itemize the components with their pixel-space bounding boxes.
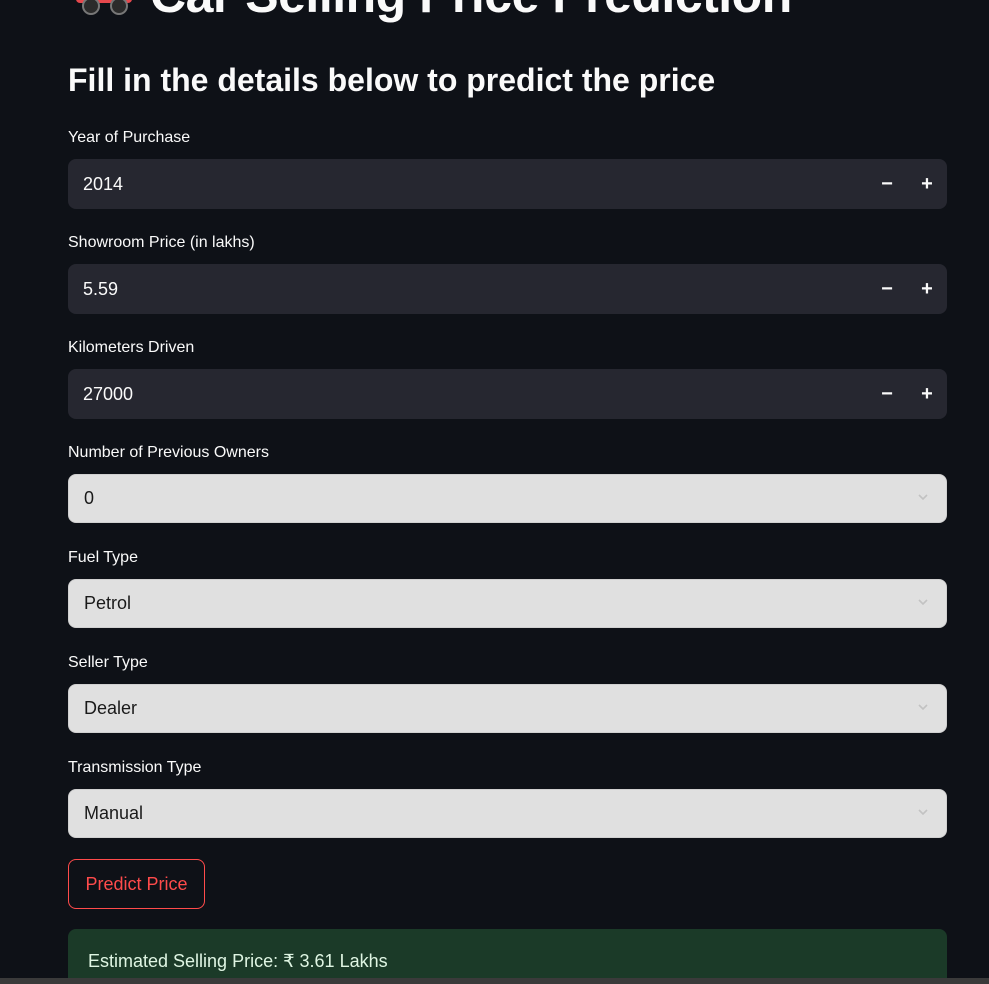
- kms-driven-value[interactable]: 27000: [83, 369, 133, 419]
- transmission-label: Transmission Type: [68, 759, 202, 776]
- car-icon: [76, 0, 132, 15]
- horizontal-scrollbar[interactable]: [0, 978, 989, 984]
- year-decrement-button[interactable]: −: [867, 159, 907, 209]
- showroom-price-increment-button[interactable]: +: [907, 264, 947, 314]
- transmission-select[interactable]: Manual: [68, 789, 947, 838]
- showroom-price-label: Showroom Price (in lakhs): [68, 234, 255, 251]
- showroom-price-decrement-button[interactable]: −: [867, 264, 907, 314]
- owners-label: Number of Previous Owners: [68, 444, 269, 461]
- owners-select[interactable]: 0: [68, 474, 947, 523]
- page-subtitle: Fill in the details below to predict the…: [68, 62, 716, 98]
- chevron-down-icon[interactable]: [918, 597, 928, 607]
- year-increment-button[interactable]: +: [907, 159, 947, 209]
- predict-price-button[interactable]: Predict Price: [68, 859, 205, 909]
- seller-type-select[interactable]: Dealer: [68, 684, 947, 733]
- kms-driven-decrement-button[interactable]: −: [867, 369, 907, 419]
- year-value[interactable]: 2014: [83, 159, 123, 209]
- year-label: Year of Purchase: [68, 129, 191, 146]
- app-title-text: Car Selling Price Prediction: [150, 0, 792, 24]
- chevron-down-icon[interactable]: [918, 702, 928, 712]
- kms-driven-label: Kilometers Driven: [68, 339, 195, 356]
- kms-driven-input[interactable]: 27000 − +: [68, 369, 947, 419]
- app-title: Car Selling Price Prediction: [76, 0, 792, 24]
- seller-type-selected-value: Dealer: [84, 698, 138, 718]
- transmission-selected-value: Manual: [84, 803, 144, 823]
- result-success-box: Estimated Selling Price: ₹ 3.61 Lakhs: [68, 929, 947, 984]
- fuel-type-selected-value: Petrol: [84, 593, 132, 613]
- result-text: Estimated Selling Price: ₹ 3.61 Lakhs: [88, 951, 388, 971]
- showroom-price-input[interactable]: 5.59 − +: [68, 264, 947, 314]
- owners-selected-value: 0: [84, 488, 95, 508]
- kms-driven-increment-button[interactable]: +: [907, 369, 947, 419]
- showroom-price-value[interactable]: 5.59: [83, 264, 118, 314]
- year-input[interactable]: 2014 − +: [68, 159, 947, 209]
- chevron-down-icon[interactable]: [918, 807, 928, 817]
- fuel-type-label: Fuel Type: [68, 549, 138, 566]
- app-page: Car Selling Price Prediction Fill in the…: [0, 0, 989, 984]
- chevron-down-icon[interactable]: [918, 492, 928, 502]
- fuel-type-select[interactable]: Petrol: [68, 579, 947, 628]
- seller-type-label: Seller Type: [68, 654, 148, 671]
